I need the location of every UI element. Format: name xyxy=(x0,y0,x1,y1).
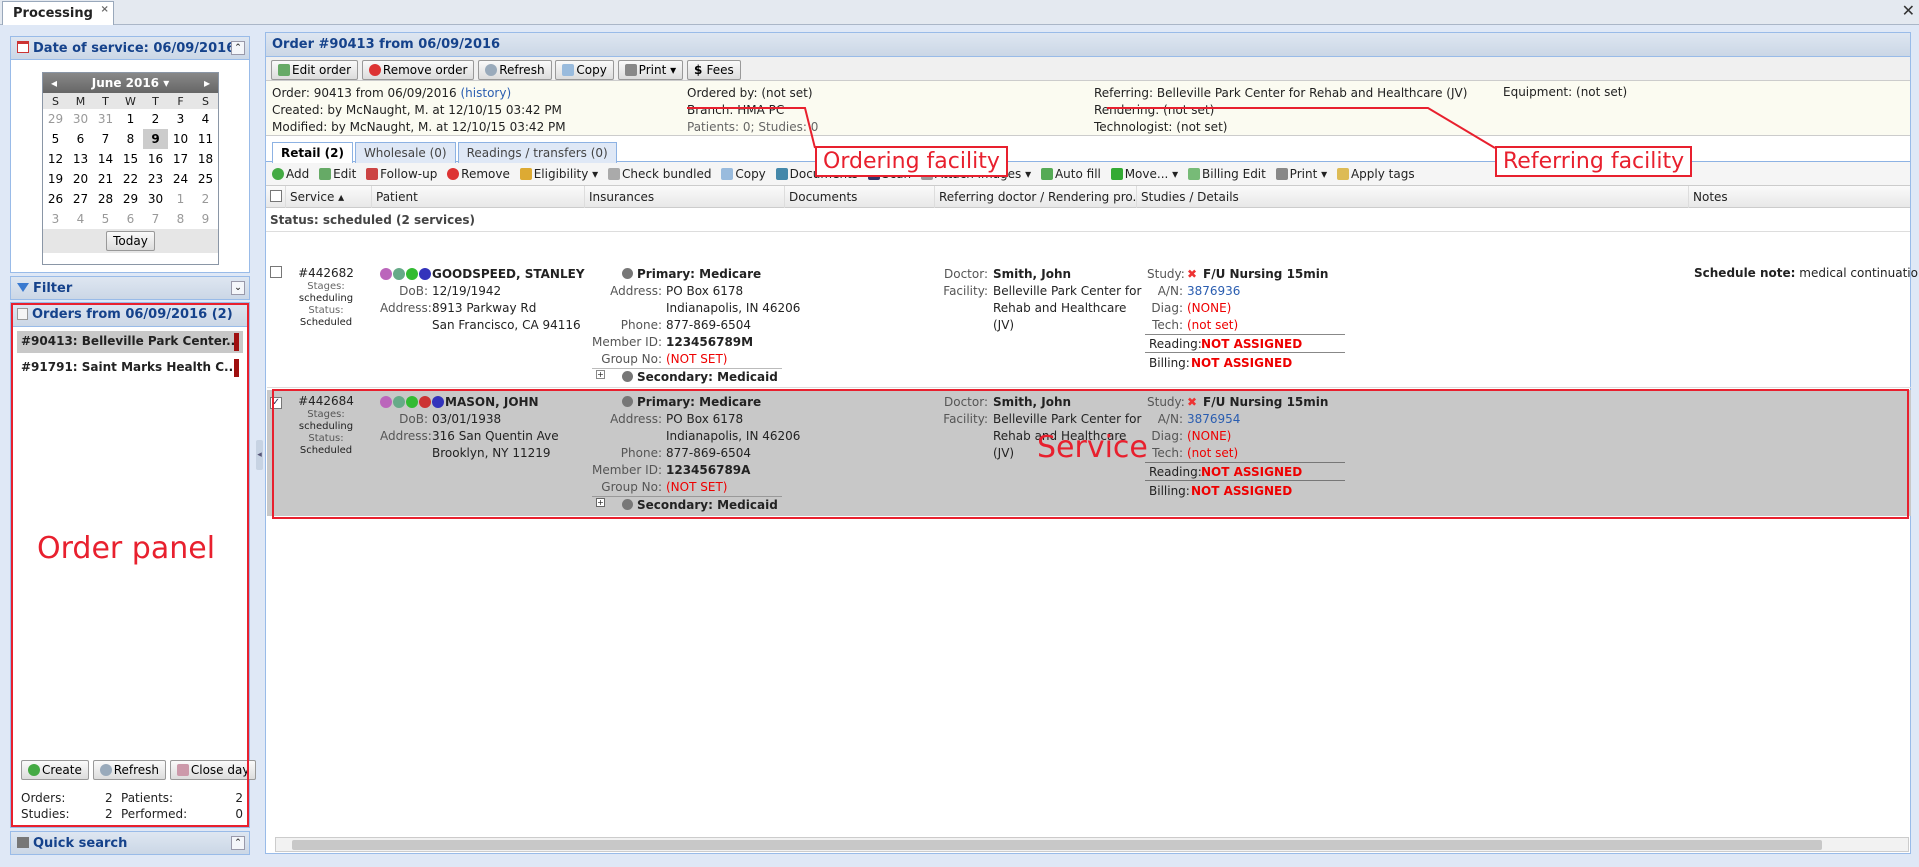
referring-facility-annotation: Referring facility xyxy=(1495,146,1693,177)
annotation-lines xyxy=(687,107,1496,149)
ordering-facility-pointer xyxy=(687,107,816,149)
ordering-facility-annotation: Ordering facility xyxy=(815,146,1008,177)
referring-facility-pointer xyxy=(1107,107,1496,149)
